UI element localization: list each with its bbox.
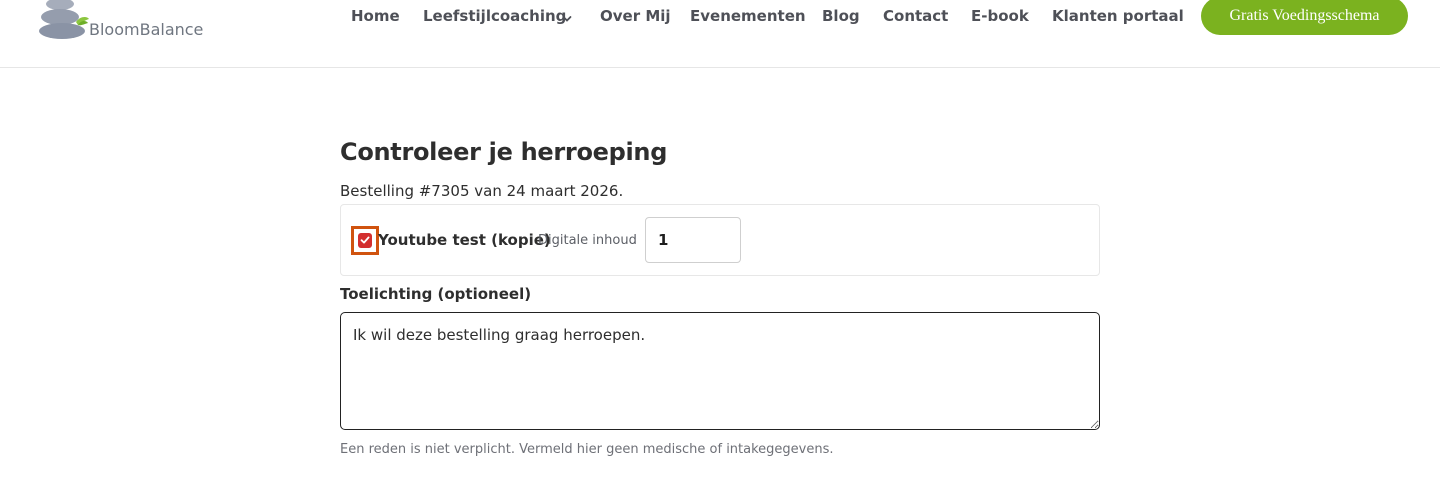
item-checkbox[interactable] — [351, 226, 379, 255]
page-title: Controleer je herroeping — [340, 138, 668, 166]
checkbox-checked — [358, 233, 372, 248]
order-item: Youtube test (kopie) Digitale inhoud — [340, 204, 1100, 276]
nav-item-contact[interactable]: Contact — [883, 7, 948, 25]
site-header: BloomBalance Home Leefstijlcoaching Over… — [0, 0, 1440, 68]
item-name: Youtube test (kopie) — [378, 231, 551, 249]
gratis-voedingsschema-button[interactable]: Gratis Voedingsschema — [1201, 0, 1408, 35]
order-line: Bestelling #7305 van 24 maart 2026. — [340, 182, 624, 200]
quantity-input[interactable] — [645, 217, 741, 263]
nav-item-home[interactable]: Home — [351, 7, 400, 25]
nav-item-e-book[interactable]: E-book — [971, 7, 1029, 25]
nav-item-over-mij[interactable]: Over Mij — [600, 7, 671, 25]
chevron-down-icon[interactable] — [561, 10, 573, 22]
item-type: Digitale inhoud — [538, 233, 637, 248]
explanation-label: Toelichting (optioneel) — [340, 285, 532, 303]
explanation-textarea[interactable]: Ik wil deze bestelling graag herroepen. — [340, 312, 1100, 430]
nav-item-evenementen[interactable]: Evenementen — [690, 7, 806, 25]
nav-item-leefstijlcoaching[interactable]: Leefstijlcoaching — [423, 7, 566, 25]
nav-item-klanten-portaal[interactable]: Klanten portaal — [1052, 7, 1184, 25]
nav-item-blog[interactable]: Blog — [822, 7, 860, 25]
check-icon — [360, 236, 370, 244]
explanation-hint: Een reden is niet verplicht. Vermeld hie… — [340, 442, 834, 457]
